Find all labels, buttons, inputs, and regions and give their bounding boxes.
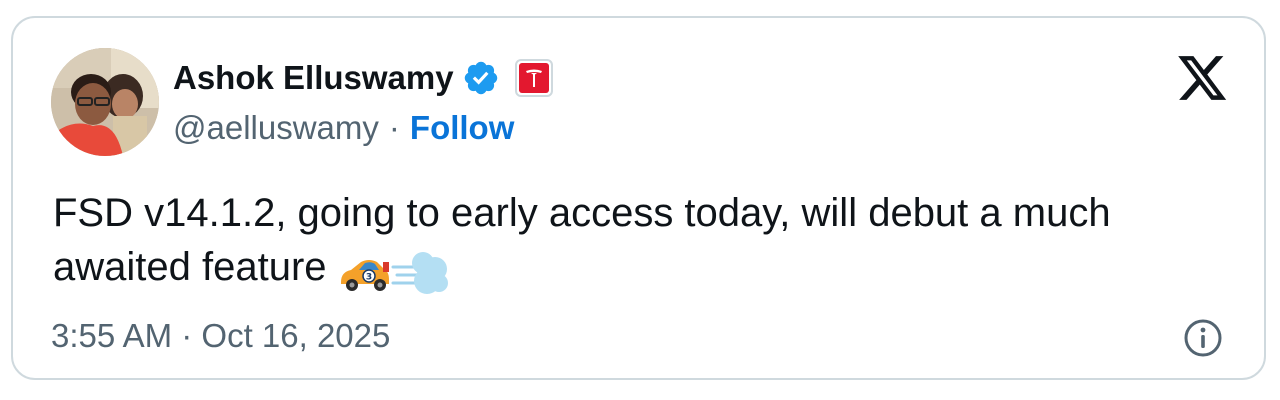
- follow-button[interactable]: Follow: [410, 106, 514, 150]
- tweet-body: FSD v14.1.2, going to early access today…: [53, 191, 1111, 289]
- info-icon[interactable]: [1183, 318, 1223, 358]
- author-handle-row: @aelluswamy · Follow: [173, 106, 514, 150]
- svg-text:3: 3: [365, 272, 371, 282]
- author-name-row: Ashok Elluswamy: [173, 56, 553, 100]
- affiliate-badge-icon[interactable]: [514, 59, 553, 97]
- tweet-card[interactable]: Ashok Elluswamy @aelluswamy · Follow FSD: [11, 16, 1266, 380]
- author-display-name[interactable]: Ashok Elluswamy: [173, 56, 454, 100]
- x-logo-icon[interactable]: [1178, 56, 1228, 102]
- tweet-text: FSD v14.1.2, going to early access today…: [53, 186, 1243, 296]
- race-car-emoji: 3: [340, 259, 389, 291]
- separator-dot: ·: [388, 109, 400, 146]
- tesla-logo-icon: [518, 63, 549, 93]
- tweet-timestamp[interactable]: 3:55 AM · Oct 16, 2025: [51, 314, 390, 358]
- tweet-emojis: 3: [339, 242, 449, 296]
- avatar[interactable]: [51, 48, 159, 156]
- dashing-away-emoji: [391, 251, 448, 294]
- verified-badge-icon[interactable]: [462, 59, 500, 97]
- author-handle[interactable]: @aelluswamy: [173, 106, 379, 150]
